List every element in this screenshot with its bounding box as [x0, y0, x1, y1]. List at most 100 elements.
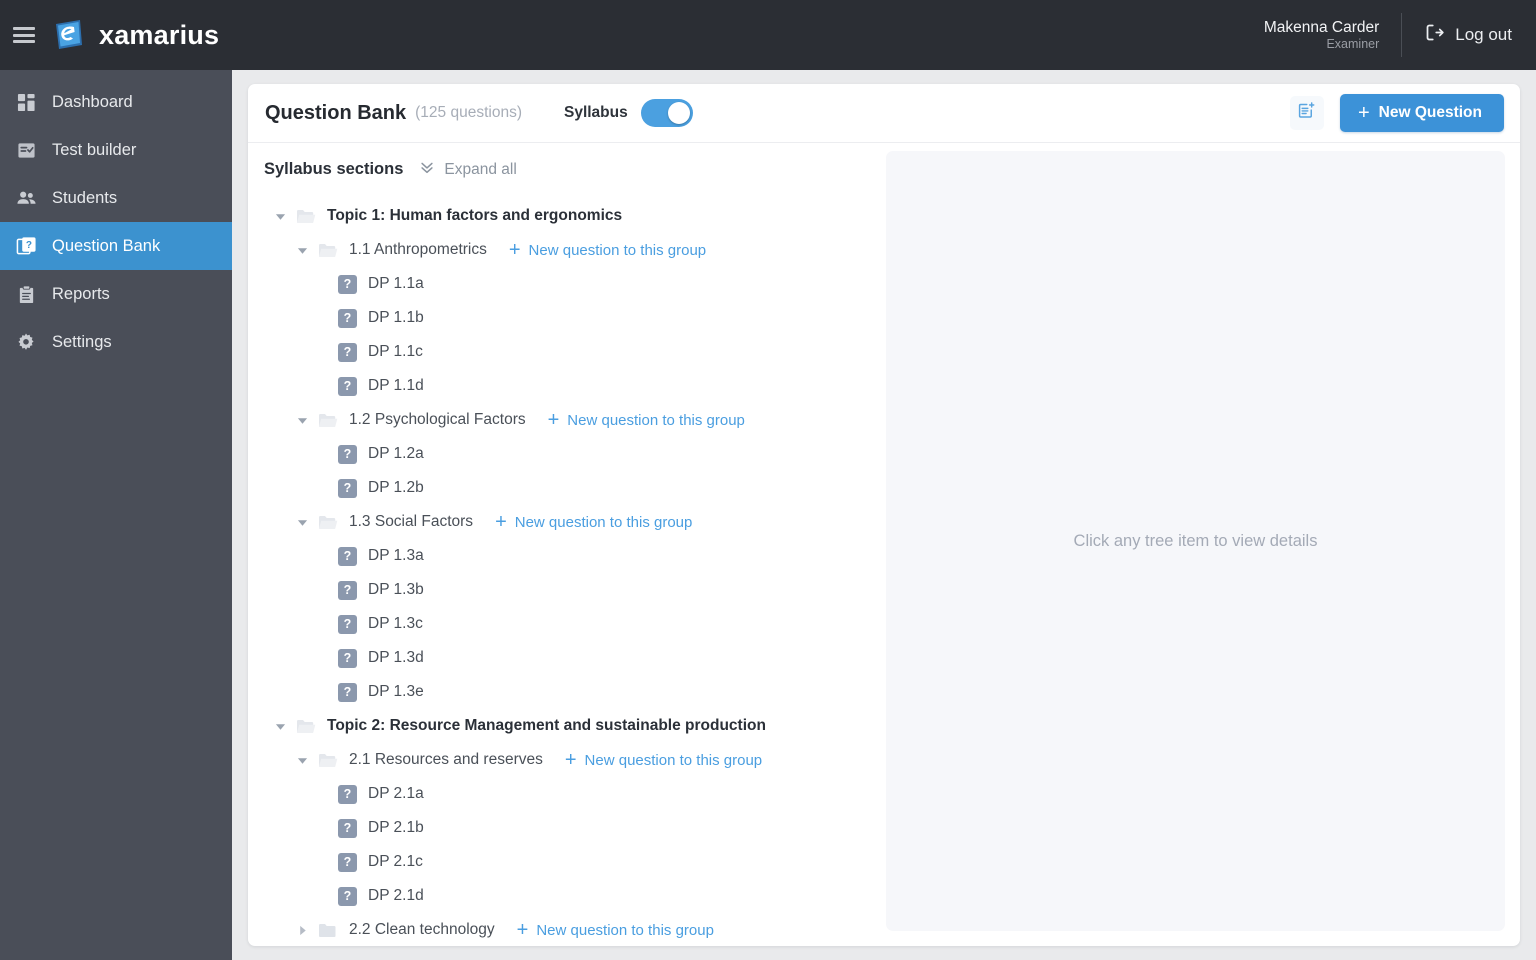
tree-question-row[interactable]: ? DP 2.1a: [264, 777, 864, 811]
plus-icon: +: [547, 409, 560, 431]
tree-question-row[interactable]: ? DP 1.1a: [264, 267, 864, 301]
sidebar-item-reports[interactable]: Reports: [0, 270, 232, 318]
question-bank-icon: ?: [14, 234, 38, 258]
plus-icon: +: [1357, 101, 1370, 124]
sidebar-item-test-builder[interactable]: Test builder: [0, 126, 232, 174]
tree-group-row[interactable]: 1.3 Social Factors + New question to this …: [264, 505, 864, 539]
tree-question-row[interactable]: ? DP 1.3e: [264, 675, 864, 709]
question-mark-icon: ?: [338, 274, 357, 294]
user-role: Examiner: [1326, 36, 1380, 51]
tree-row-label: DP 2.1b: [368, 819, 424, 836]
sidebar-item-label: Test builder: [52, 140, 137, 159]
sidebar-item-label: Dashboard: [52, 92, 133, 111]
tree-question-row[interactable]: ? DP 1.1b: [264, 301, 864, 335]
question-mark-icon: ?: [338, 580, 357, 600]
tree-question-row[interactable]: ? DP 1.3a: [264, 539, 864, 573]
tree-question-row[interactable]: ? DP 1.3c: [264, 607, 864, 641]
plus-icon: +: [495, 511, 507, 533]
brand-name: xamarius: [99, 19, 220, 50]
question-mark-icon: ?: [338, 546, 357, 566]
caret-down-icon[interactable]: [272, 721, 288, 732]
new-question-to-group-label: New question to this group: [528, 241, 707, 259]
tree-row-label: 1.3 Social Factors: [349, 513, 474, 530]
new-question-to-group-link[interactable]: + New question to this group: [509, 240, 706, 260]
new-question-to-group-link[interactable]: + New question to this group: [517, 920, 714, 940]
folder-open-icon: [318, 514, 339, 531]
tree-topic-row[interactable]: Topic 1: Human factors and ergonomics: [264, 199, 864, 233]
settings-gear-icon: [14, 330, 38, 354]
plus-icon: +: [508, 239, 521, 261]
sidebar-item-question-bank[interactable]: ? Question Bank: [0, 222, 232, 270]
tree-row-label: DP 1.1d: [368, 377, 424, 394]
syllabus-tree: Topic 1: Human factors and ergonomics 1.1…: [264, 199, 864, 946]
sidebar-item-students[interactable]: Students: [0, 174, 232, 222]
caret-down-icon[interactable]: [294, 517, 310, 528]
sidebar-item-dashboard[interactable]: Dashboard: [0, 78, 232, 126]
tree-row-label: 1.2 Psychological Factors: [349, 411, 526, 428]
detail-empty-text: Click any tree item to view details: [1073, 531, 1318, 550]
new-note-button[interactable]: [1289, 96, 1324, 130]
user-info[interactable]: Makenna Carder Examiner: [1264, 18, 1401, 53]
tree-row-label: DP 1.1c: [368, 343, 423, 360]
question-mark-icon: ?: [338, 852, 357, 872]
card-header: Question Bank (125 questions) Syllabus +…: [248, 84, 1520, 143]
plus-icon: +: [516, 919, 529, 941]
content-area: Question Bank (125 questions) Syllabus +…: [232, 70, 1536, 960]
tree-question-row[interactable]: ? DP 2.1c: [264, 845, 864, 879]
tree-group-row[interactable]: 1.2 Psychological Factors + New question t…: [264, 403, 864, 437]
logout-button[interactable]: Log out: [1402, 22, 1536, 48]
question-mark-icon: ?: [338, 614, 357, 634]
top-bar: xamarius Makenna Carder Examiner Log out: [0, 0, 1536, 70]
caret-down-icon[interactable]: [294, 755, 310, 766]
caret-down-icon[interactable]: [272, 211, 288, 222]
new-question-to-group-link[interactable]: + New question to this group: [495, 512, 692, 532]
tree-row-label: 1.1 Anthropometrics: [349, 241, 487, 258]
new-question-to-group-link[interactable]: + New question to this group: [548, 410, 745, 430]
detail-panel: Click any tree item to view details: [886, 151, 1505, 931]
folder-open-icon: [318, 242, 339, 259]
app-shell: Dashboard Test builder Students ? Questi…: [0, 70, 1536, 960]
caret-down-icon[interactable]: [294, 245, 310, 256]
hamburger-icon[interactable]: [13, 27, 35, 43]
sidebar-item-settings[interactable]: Settings: [0, 318, 232, 366]
tree-group-row[interactable]: 2.2 Clean technology + New question to thi…: [264, 913, 864, 946]
test-builder-icon: [14, 138, 38, 162]
tree-question-row[interactable]: ? DP 2.1b: [264, 811, 864, 845]
tree-row-label: DP 1.3a: [368, 547, 424, 564]
students-icon: [14, 186, 38, 210]
new-question-to-group-link[interactable]: + New question to this group: [565, 750, 762, 770]
tree-question-row[interactable]: ? DP 1.2a: [264, 437, 864, 471]
tree-question-row[interactable]: ? DP 1.2b: [264, 471, 864, 505]
tree-question-row[interactable]: ? DP 1.1d: [264, 369, 864, 403]
question-mark-icon: ?: [338, 886, 357, 906]
brand-logo[interactable]: xamarius: [51, 17, 219, 53]
tree-row-label: DP 1.3c: [368, 615, 423, 632]
tree-row-label: DP 2.1c: [368, 853, 423, 870]
double-chevron-down-icon: [419, 159, 435, 180]
tree-group-row[interactable]: 2.1 Resources and reserves + New question …: [264, 743, 864, 777]
question-mark-icon: ?: [338, 444, 357, 464]
question-count: (125 questions): [415, 104, 522, 121]
question-mark-icon: ?: [338, 308, 357, 328]
tree-row-label: DP 1.1b: [368, 309, 424, 326]
expand-all-button[interactable]: Expand all: [419, 159, 517, 180]
new-question-button[interactable]: + New Question: [1339, 94, 1504, 132]
tree-row-label: DP 2.1d: [368, 887, 424, 904]
tree-row-label: DP 1.1a: [368, 275, 424, 292]
question-mark-icon: ?: [338, 342, 357, 362]
caret-right-icon[interactable]: [294, 925, 310, 936]
tree-question-row[interactable]: ? DP 1.1c: [264, 335, 864, 369]
tree-question-row[interactable]: ? DP 2.1d: [264, 879, 864, 913]
tree-group-row[interactable]: 1.1 Anthropometrics + New question to this…: [264, 233, 864, 267]
sidebar-item-label: Students: [52, 188, 118, 207]
plus-icon: +: [564, 749, 577, 771]
tree-topic-row[interactable]: Topic 2: Resource Management and sustain…: [264, 709, 864, 743]
tree-question-row[interactable]: ? DP 1.3d: [264, 641, 864, 675]
tree-row-label: DP 1.3b: [368, 581, 424, 598]
tree-question-row[interactable]: ? DP 1.3b: [264, 573, 864, 607]
caret-down-icon[interactable]: [294, 415, 310, 426]
reports-icon: [14, 282, 38, 306]
logout-label: Log out: [1455, 25, 1512, 44]
question-bank-card: Question Bank (125 questions) Syllabus +…: [248, 84, 1520, 946]
syllabus-toggle[interactable]: [640, 99, 693, 127]
